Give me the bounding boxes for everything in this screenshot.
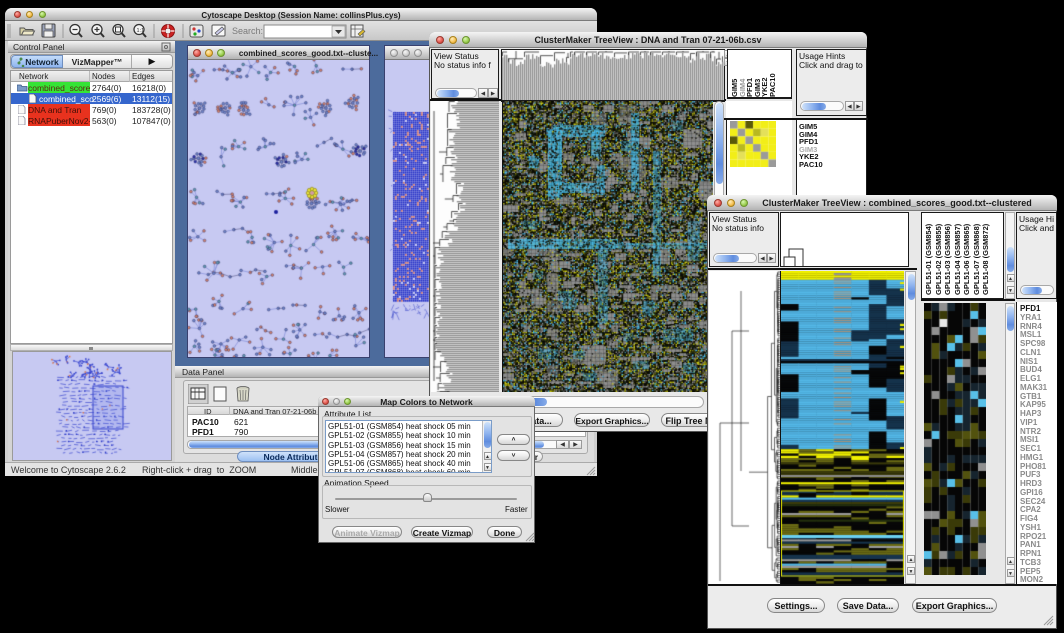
svg-text:1:1: 1:1 bbox=[137, 28, 145, 34]
svg-text:Search:: Search: bbox=[232, 26, 263, 36]
